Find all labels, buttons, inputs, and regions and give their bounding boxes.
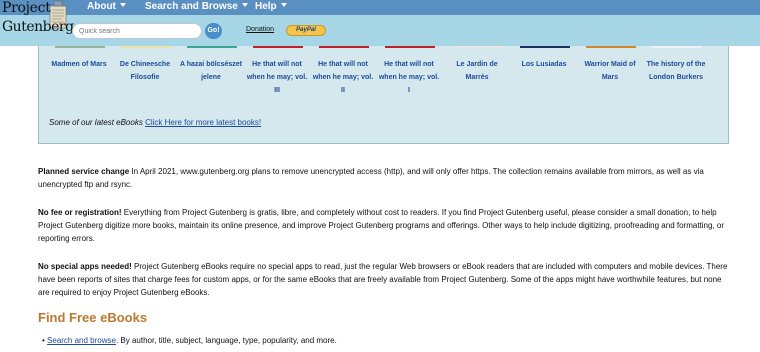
site-logo[interactable]: Project Gutenberg — [0, 0, 74, 46]
book-cover[interactable] — [385, 46, 435, 48]
book-title-link[interactable]: A hazai bölcsészet jelene — [179, 58, 243, 84]
book-title-link[interactable]: Warrior Maid of Mars — [578, 58, 642, 84]
book-title-link[interactable]: He that will not when he may; vol. I — [377, 58, 441, 97]
planned-service-text: In April 2021, www.gutenberg.org plans t… — [38, 167, 704, 189]
chevron-down-icon — [119, 3, 126, 7]
menu-search-label: Search and Browse — [145, 1, 238, 12]
book-cover[interactable] — [586, 46, 636, 48]
book-cover[interactable] — [520, 46, 570, 48]
book-cover[interactable] — [187, 46, 237, 48]
search-go-button[interactable]: Go! — [205, 23, 222, 39]
site-header: About Search and Browse Help Project Gut… — [0, 0, 760, 46]
book-cover[interactable] — [55, 46, 105, 48]
list-item: • Search and browse. By author, title, s… — [42, 336, 337, 345]
logo-text-gutenberg: Gutenberg — [2, 19, 74, 35]
planned-service-paragraph: Planned service change In April 2021, ww… — [38, 165, 732, 191]
logo-text-project: Project — [2, 0, 51, 16]
find-free-ebooks-heading: Find Free eBooks — [38, 310, 148, 325]
book-title-link[interactable]: Los Lusiadas — [512, 58, 576, 71]
search-and-browse-desc: . By author, title, subject, language, t… — [115, 336, 337, 345]
menu-help-label: Help — [255, 1, 277, 12]
no-apps-text: Project Gutenberg eBooks require no spec… — [38, 262, 728, 297]
no-fee-text: Everything from Project Gutenberg is gra… — [38, 208, 725, 243]
no-fee-paragraph: No fee or registration! Everything from … — [38, 206, 732, 245]
book-title-link[interactable]: De Chineesche Filosofie — [113, 58, 177, 84]
no-apps-paragraph: No special apps needed! Project Gutenber… — [38, 260, 732, 299]
book-title-link[interactable]: He that will not when he may; vol. III — [245, 58, 309, 97]
book-title-link[interactable]: Madmen of Mars — [47, 58, 111, 71]
book-title-link[interactable]: Le Jardin de Marrès — [445, 58, 509, 84]
quick-search-input[interactable] — [72, 23, 202, 39]
book-cover[interactable] — [253, 46, 303, 48]
no-fee-label: No fee or registration! — [38, 208, 122, 217]
menu-about[interactable]: About — [87, 0, 126, 15]
book-title-link[interactable]: The history of the London Burkers — [644, 58, 708, 84]
latest-ebooks-panel: Madmen of Mars De Chineesche Filosofie A… — [38, 46, 729, 144]
planned-service-label: Planned service change — [38, 167, 130, 176]
book-cover[interactable] — [652, 46, 702, 48]
book-cover[interactable] — [319, 46, 369, 48]
menu-help[interactable]: Help — [255, 0, 287, 15]
menu-bar: About Search and Browse Help — [0, 0, 760, 15]
paypal-donate-button[interactable]: PayPal — [286, 25, 326, 36]
search-and-browse-link[interactable]: Search and browse — [47, 336, 116, 345]
book-title-link[interactable]: He that will not when he may; vol. II — [311, 58, 375, 97]
book-cover[interactable] — [121, 46, 171, 48]
latest-caption-text: Some of our latest eBooks — [49, 118, 143, 127]
no-apps-label: No special apps needed! — [38, 262, 132, 271]
more-latest-books-link[interactable]: Click Here for more latest books! — [145, 118, 261, 127]
menu-about-label: About — [87, 1, 116, 12]
chevron-down-icon — [241, 3, 248, 7]
donation-link[interactable]: Donation — [246, 26, 274, 33]
chevron-down-icon — [280, 3, 287, 7]
book-cover[interactable] — [453, 46, 503, 48]
latest-ebooks-caption: Some of our latest eBooks Click Here for… — [49, 118, 261, 127]
menu-search-and-browse[interactable]: Search and Browse — [145, 0, 248, 15]
